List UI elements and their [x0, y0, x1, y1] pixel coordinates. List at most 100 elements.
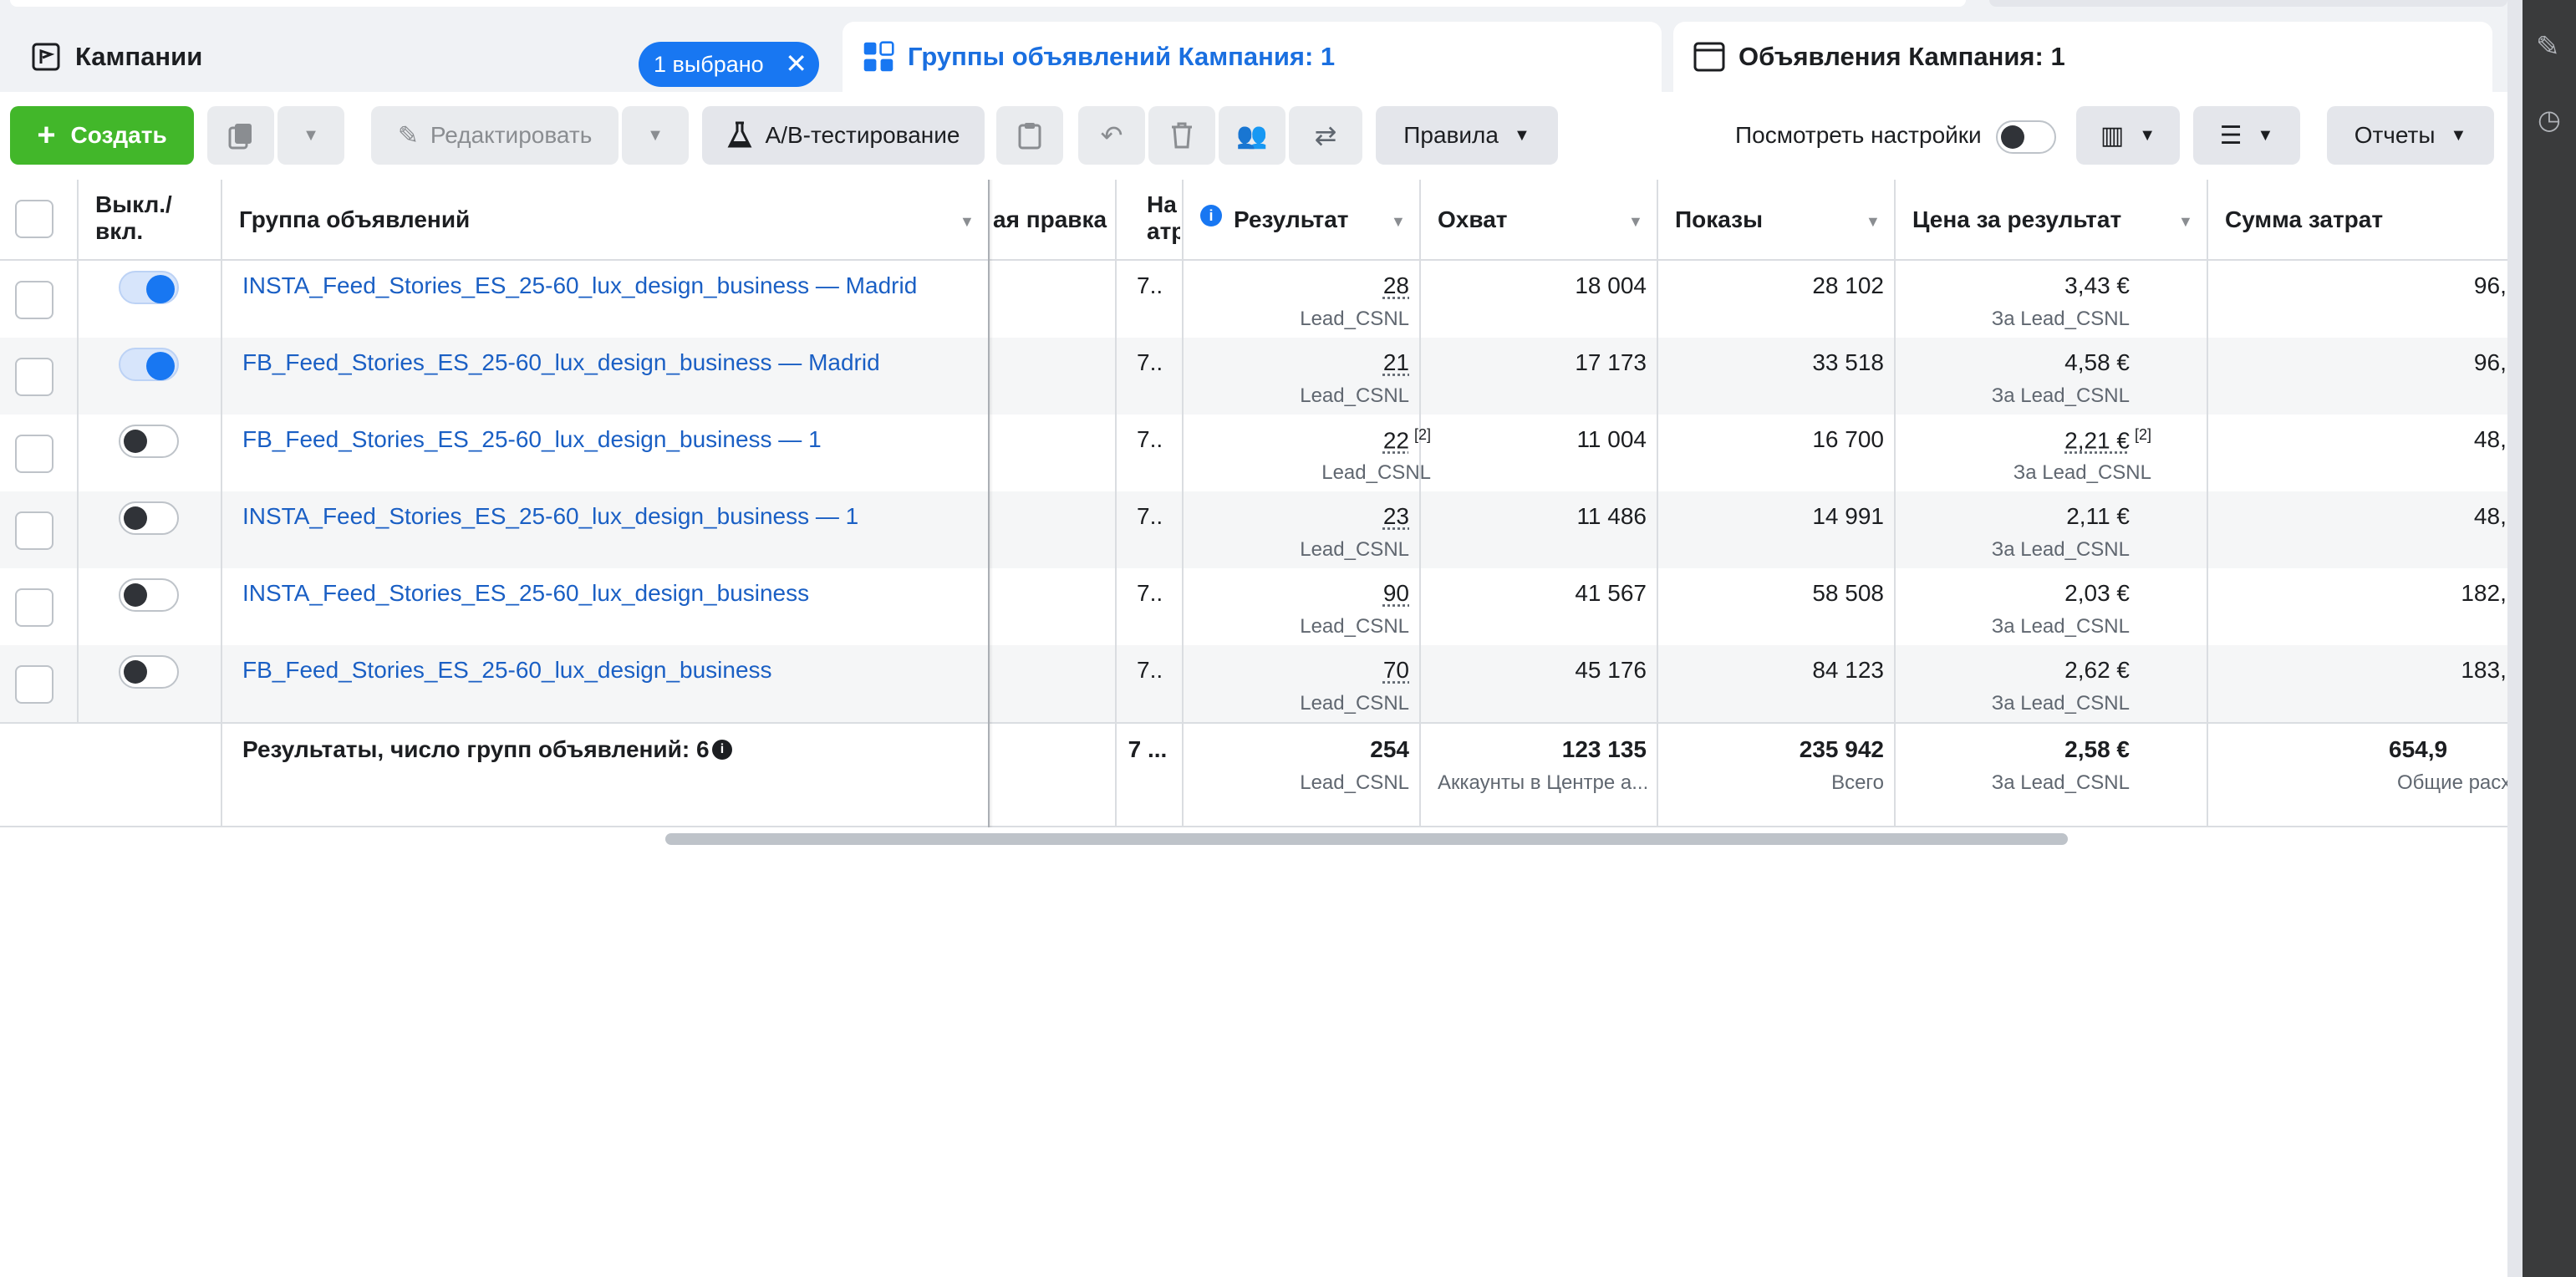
row-result[interactable]: 23	[1383, 503, 1409, 530]
adset-name-link[interactable]: INSTA_Feed_Stories_ES_25-60_lux_design_b…	[242, 580, 809, 607]
summary-attribution: 7 ...	[1128, 736, 1168, 762]
header-adset[interactable]: Группа объявлений	[239, 206, 470, 233]
edit-button[interactable]: ✎ Редактировать	[371, 106, 619, 165]
row-cpr-sub: За Lead_CSNL	[1991, 384, 2130, 407]
summary-result: 254	[1370, 736, 1409, 762]
header-impressions[interactable]: Показы	[1675, 206, 1763, 233]
row-onoff-toggle[interactable]	[119, 348, 179, 381]
row-onoff-toggle[interactable]	[119, 578, 179, 612]
row-impressions: 33 518	[1812, 349, 1884, 375]
ab-test-button[interactable]: A/B-тестирование	[702, 106, 985, 165]
header-last-edit[interactable]: ая правка	[993, 206, 1107, 233]
row-checkbox[interactable]	[15, 281, 53, 319]
edit-label: Редактировать	[430, 122, 593, 148]
pencil-icon[interactable]: ✎	[2536, 30, 2560, 64]
compare-button[interactable]: ⇄	[1289, 106, 1362, 165]
adset-name-link[interactable]: INSTA_Feed_Stories_ES_25-60_lux_design_b…	[242, 272, 917, 299]
info-icon[interactable]: i	[1200, 205, 1222, 226]
sort-icon[interactable]: ▼	[1391, 213, 1406, 231]
adset-name-link[interactable]: INSTA_Feed_Stories_ES_25-60_lux_design_b…	[242, 503, 858, 530]
edit-dropdown-button[interactable]: ▼	[622, 106, 689, 165]
row-attribution: 7..	[1137, 503, 1163, 529]
row-onoff-toggle[interactable]	[119, 655, 179, 689]
row-onoff-toggle[interactable]	[119, 501, 179, 535]
rules-button[interactable]: Правила ▼	[1376, 106, 1558, 165]
tab-adsets[interactable]: Группы объявлений Кампания: 1	[843, 22, 1662, 92]
row-onoff-toggle[interactable]	[119, 271, 179, 304]
view-settings-label: Посмотреть настройки	[1735, 122, 1982, 148]
header-cost-per-result[interactable]: Цена за результат	[1912, 206, 2121, 233]
people-icon: 👥	[1236, 121, 1268, 150]
row-cpr-value: 2,03 €	[2064, 580, 2130, 606]
row-result[interactable]: 90	[1383, 580, 1409, 607]
sort-icon[interactable]: ▼	[2178, 213, 2193, 231]
header-result[interactable]: Результат	[1234, 206, 1349, 233]
paste-button[interactable]	[996, 106, 1063, 165]
audience-button[interactable]: 👥	[1219, 106, 1285, 165]
columns-button[interactable]: ▥ ▼	[2076, 106, 2180, 165]
row-amount-spent: 183,23	[2461, 657, 2507, 683]
breakdown-button[interactable]: ☰ ▼	[2193, 106, 2300, 165]
adsets-table: Выкл./ вкл. Группа объявлений ▼ ая правк…	[0, 180, 2507, 827]
view-settings-toggle[interactable]	[1996, 120, 2056, 154]
undo-button[interactable]: ↶	[1078, 106, 1145, 165]
clock-icon[interactable]: ◷	[2538, 104, 2561, 135]
tab-campaigns[interactable]: Кампании 1 выбрано ✕	[10, 22, 832, 92]
row-result[interactable]: 70	[1383, 657, 1409, 684]
info-icon[interactable]: i	[712, 740, 732, 760]
adset-name-link[interactable]: FB_Feed_Stories_ES_25-60_lux_design_busi…	[242, 657, 772, 684]
tab-ads[interactable]: Объявления Кампания: 1	[1673, 22, 2492, 92]
campaign-flag-icon	[30, 41, 62, 73]
caret-down-icon: ▼	[303, 125, 319, 145]
row-cost-per-result: 2,62 €	[2064, 657, 2130, 684]
selected-badge-label: 1 выбрано	[654, 51, 764, 77]
sort-icon[interactable]: ▼	[960, 213, 975, 231]
tab-campaigns-label: Кампании	[75, 42, 203, 71]
row-result[interactable]: 22 [2]	[1383, 426, 1431, 454]
row-impressions: 58 508	[1812, 580, 1884, 606]
sort-icon[interactable]: ▼	[1628, 213, 1643, 231]
row-cpr-value: 2,21 €	[2064, 427, 2130, 454]
adsets-grid-icon	[863, 41, 894, 73]
row-checkbox[interactable]	[15, 358, 53, 396]
reports-button[interactable]: Отчеты ▼	[2327, 106, 2494, 165]
row-result-sub: Lead_CSNL	[1300, 384, 1409, 407]
header-amount-spent[interactable]: Сумма затрат	[2225, 206, 2383, 233]
row-result[interactable]: 21	[1383, 349, 1409, 376]
row-impressions: 16 700	[1812, 426, 1884, 452]
top-strip	[0, 0, 2507, 15]
row-cpr-sub: За Lead_CSNL	[1991, 615, 2130, 638]
duplicate-dropdown-button[interactable]: ▼	[277, 106, 344, 165]
row-cpr-value: 3,43 €	[2064, 272, 2130, 298]
summary-spent-sub: Общие расх	[2397, 771, 2507, 794]
create-button[interactable]: + Создать	[10, 106, 194, 165]
ab-test-label: A/B-тестирование	[765, 122, 960, 148]
select-all-checkbox[interactable]	[15, 200, 53, 238]
row-result-value: 21	[1382, 349, 1409, 375]
row-cpr-sub: За Lead_CSNL	[1991, 308, 2130, 330]
header-attribution-clip: На атр	[1117, 180, 1180, 259]
selected-badge[interactable]: 1 выбрано ✕	[639, 42, 819, 87]
row-checkbox[interactable]	[15, 435, 53, 473]
row-spent-clip: 96,14	[2208, 338, 2507, 415]
row-checkbox[interactable]	[15, 511, 53, 550]
rules-label: Правила	[1403, 122, 1499, 148]
summary-reach: 123 135	[1561, 736, 1647, 762]
tab-adsets-label: Группы объявлений Кампания: 1	[908, 42, 1336, 71]
header-onoff[interactable]: Выкл./ вкл.	[95, 191, 172, 245]
horizontal-scrollbar[interactable]	[665, 833, 2068, 845]
duplicate-button[interactable]	[207, 106, 274, 165]
row-checkbox[interactable]	[15, 665, 53, 704]
sort-icon[interactable]: ▼	[1866, 213, 1881, 231]
row-impressions: 84 123	[1812, 657, 1884, 683]
adset-name-link[interactable]: FB_Feed_Stories_ES_25-60_lux_design_busi…	[242, 349, 880, 376]
header-reach[interactable]: Охват	[1438, 206, 1507, 233]
header-attribution[interactable]: На атр	[1147, 191, 1180, 245]
row-onoff-toggle[interactable]	[119, 425, 179, 458]
delete-button[interactable]	[1148, 106, 1215, 165]
row-attribution: 7..	[1137, 580, 1163, 606]
clear-selection-icon[interactable]: ✕	[785, 50, 807, 77]
adset-name-link[interactable]: FB_Feed_Stories_ES_25-60_lux_design_busi…	[242, 426, 822, 453]
row-result[interactable]: 28	[1383, 272, 1409, 299]
row-checkbox[interactable]	[15, 588, 53, 627]
